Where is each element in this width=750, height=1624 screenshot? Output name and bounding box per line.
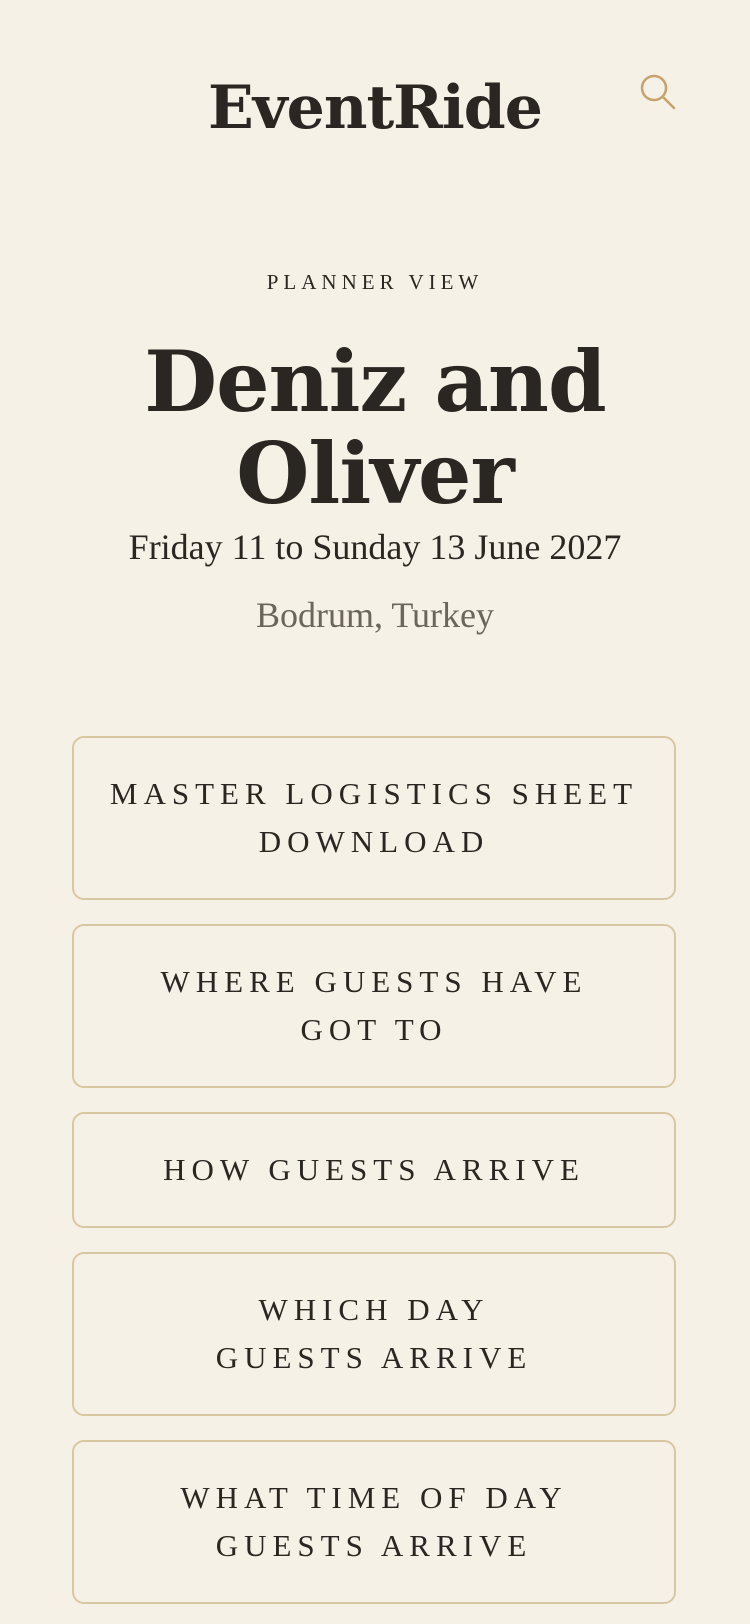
what-time-guests-arrive-button[interactable]: WHAT TIME OF DAY GUESTS ARRIVE: [72, 1440, 676, 1604]
event-location: Bodrum, Turkey: [255, 595, 495, 635]
which-day-guests-arrive-button[interactable]: WHICH DAY GUESTS ARRIVE: [72, 1252, 676, 1416]
view-label: PLANNER VIEW: [266, 270, 484, 294]
app-header: EventRide: [0, 0, 750, 190]
event-dates: Friday 11 to Sunday 13 June 2027: [128, 527, 622, 567]
button-label: HOW GUESTS ARRIVE: [163, 1152, 585, 1187]
button-label: WHERE GUESTS HAVE GOT TO: [160, 964, 588, 1047]
event-title-text: Deniz and Oliver: [144, 332, 606, 523]
how-guests-arrive-button[interactable]: HOW GUESTS ARRIVE: [72, 1112, 676, 1228]
button-label: WHICH DAY GUESTS ARRIVE: [215, 1292, 533, 1375]
button-label: MASTER LOGISTICS SHEET DOWNLOAD: [109, 776, 639, 859]
button-label: WHAT TIME OF DAY GUESTS ARRIVE: [180, 1480, 568, 1563]
search-icon[interactable]: [638, 72, 678, 112]
master-logistics-download-button[interactable]: MASTER LOGISTICS SHEET DOWNLOAD: [72, 736, 676, 900]
where-guests-have-got-to-button[interactable]: WHERE GUESTS HAVE GOT TO: [72, 924, 676, 1088]
event-title: Deniz and Oliver: [0, 336, 750, 520]
